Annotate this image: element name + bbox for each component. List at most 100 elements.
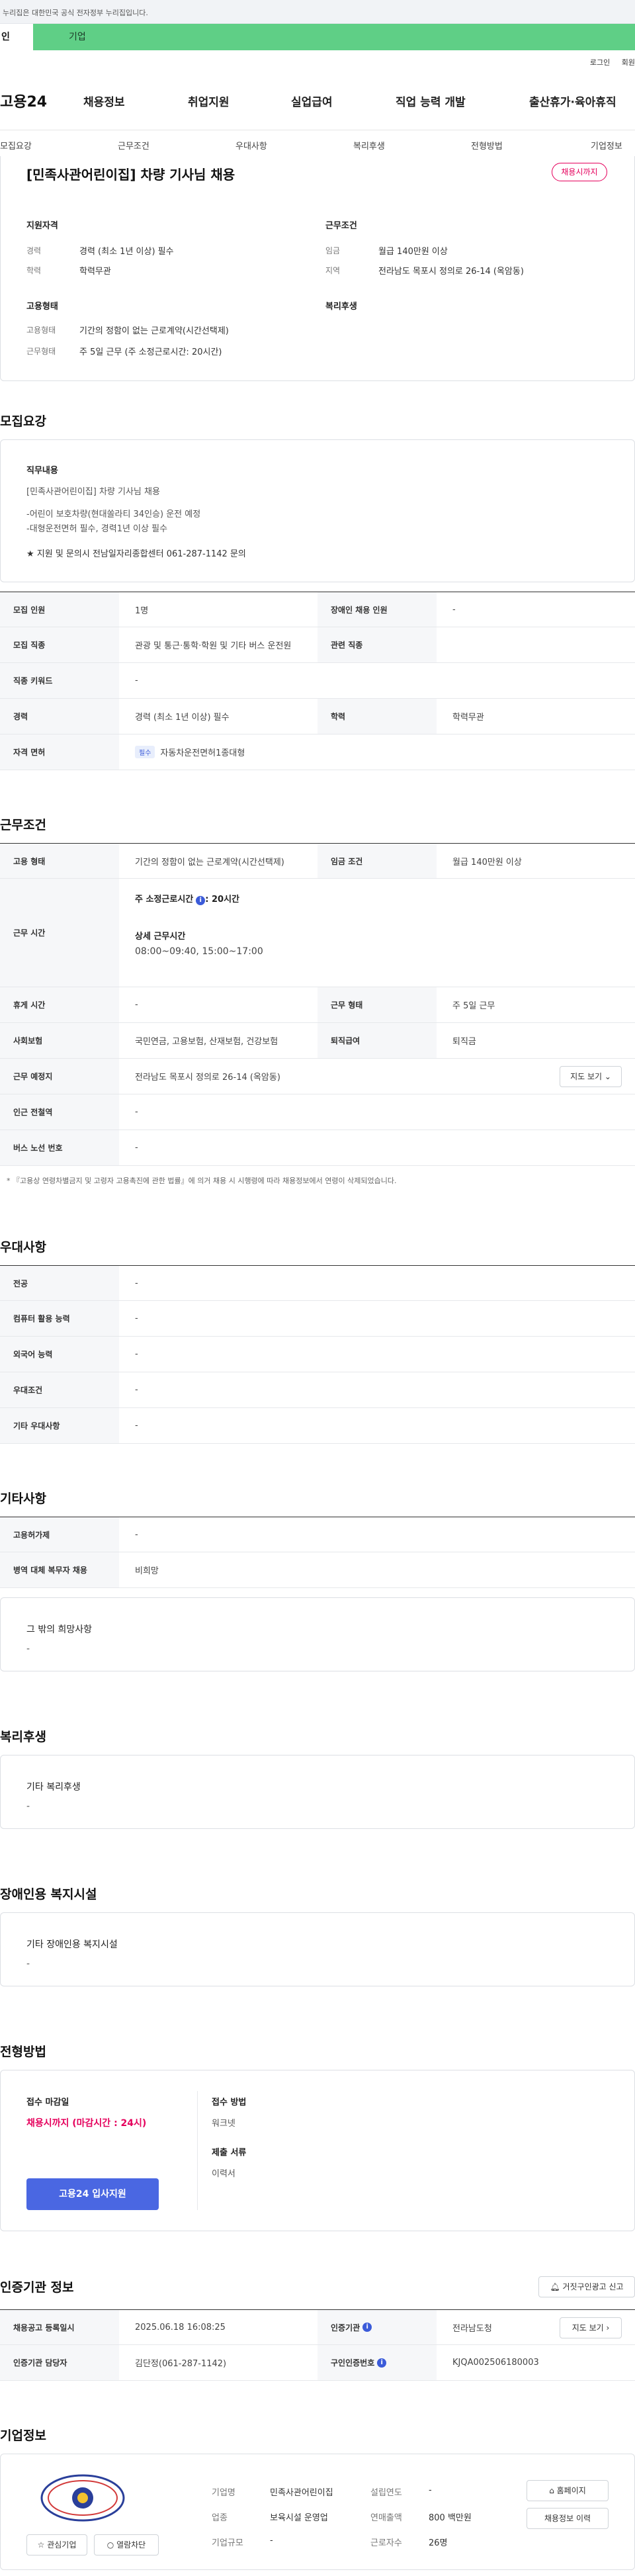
tab-company[interactable]: 기업	[69, 24, 86, 50]
work-row-type: 고용 형태 기간의 정함이 없는 근로계약(시간선택제) 임금 조건 월급 14…	[0, 843, 635, 879]
wage-label: 임금 조건	[318, 844, 437, 878]
company-name-label: 기업명	[212, 2488, 235, 2498]
gnb-employment-support[interactable]: 취업지원	[188, 93, 230, 109]
place-map-button[interactable]: 지도 보기 ⌄	[560, 1066, 622, 1087]
summary-wage-label: 임금	[325, 246, 341, 255]
work-type-value: 기간의 정함이 없는 근로계약(시간선택제)	[135, 857, 284, 867]
duty-label: 직무내용	[26, 466, 58, 476]
count-value: 1명	[135, 605, 149, 616]
disabled-value: -	[452, 604, 456, 615]
chevron-down-icon: ⌄	[604, 1072, 611, 1081]
welfare-section-title: 복리후생	[0, 1730, 46, 1744]
license-value: 자동차운전면허1종대형	[160, 748, 245, 758]
num-label-cell: 구인인증번호 i	[318, 2345, 437, 2380]
gnb-training[interactable]: 직업 능력 개발	[396, 93, 466, 109]
work-row-hours: 근무 시간 주 소정근로시간 i: 20시간 상세 근무시간 08:00~09:4…	[0, 879, 635, 987]
hours-detail-label: 상세 근무시간	[135, 932, 186, 942]
related-value	[439, 627, 452, 662]
user-type-tabs: 인 기업	[0, 24, 635, 50]
summary-career-label: 경력	[26, 246, 42, 255]
agency-map-button[interactable]: 지도 보기 ›	[560, 2317, 622, 2338]
pref-label: 기타 우대사항	[0, 1408, 119, 1443]
age-law-note: * 『고용상 연령차별금지 및 고령자 고용촉진에 관한 법률』에 의거 채용 …	[7, 1177, 397, 1185]
false-ad-report-button[interactable]: 🔔︎ 거짓구인광고 신고	[538, 2276, 635, 2297]
welfare-value: -	[26, 1801, 30, 1812]
work-row-place: 근무 예정지 전라남도 목포시 정의로 26-14 (옥암동) 지도 보기 ⌄	[0, 1059, 635, 1094]
duty-line-1: [민족사관어린이집] 차량 기사님 채용	[26, 487, 160, 497]
gnb-parental-leave[interactable]: 출산휴가·육아휴직	[529, 93, 616, 109]
false-ad-report-label: 거짓구인광고 신고	[562, 2282, 624, 2291]
subnav-selection[interactable]: 전형방법	[471, 139, 503, 152]
subnav-recruit[interactable]: 모집요강	[0, 139, 32, 152]
hours-weekly-label: 주 소정근로시간	[135, 895, 194, 905]
info-icon[interactable]: i	[362, 2323, 372, 2332]
deadline-badge: 채용시까지	[552, 163, 607, 181]
signup-link[interactable]: 회원	[622, 58, 635, 67]
company-size-value: -	[270, 2536, 273, 2546]
summary-welfare-heading: 복리후생	[325, 302, 357, 312]
company-employees-value: 26명	[429, 2538, 448, 2548]
facility-value: -	[26, 1959, 30, 1969]
gnb-jobs[interactable]: 채용정보	[83, 93, 125, 109]
break-label: 휴게 시간	[0, 987, 119, 1022]
count-label: 모집 인원	[0, 592, 119, 627]
company-logo	[40, 2473, 126, 2522]
pref-row: 우대조건 -	[0, 1372, 635, 1408]
company-section-title: 기업정보	[0, 2428, 46, 2443]
bus-value: -	[135, 1143, 138, 1153]
hours-detail-value: 08:00~09:40, 15:00~17:00	[135, 946, 263, 957]
utility-links: 로그인 회원	[581, 57, 635, 67]
welfare-label: 기타 복리후생	[26, 1782, 81, 1793]
pref-label: 컴퓨터 활용 능력	[0, 1301, 119, 1336]
home-icon: ⌂	[549, 2486, 554, 2495]
keyword-value: -	[135, 676, 138, 686]
reg-value: 2025.06.18 16:08:25	[135, 2322, 226, 2332]
global-nav: 고용24 채용정보 취업지원 실업급여 직업 능력 개발 출산휴가·육아휴직	[0, 87, 635, 114]
info-icon[interactable]: i	[196, 896, 206, 905]
etc-value: 비희망	[135, 1566, 159, 1576]
pref-row: 전공 -	[0, 1265, 635, 1301]
subnav-preferences[interactable]: 우대사항	[235, 139, 267, 152]
job-label: 모집 직종	[0, 627, 119, 662]
apply-button[interactable]: 고용24 입사지원	[26, 2178, 159, 2210]
favorite-company-button[interactable]: ☆ 관심기업	[26, 2534, 87, 2555]
subnav-conditions[interactable]: 근무조건	[118, 139, 149, 152]
retire-value: 퇴직금	[452, 1037, 476, 1047]
homepage-label: 홈페이지	[556, 2486, 586, 2495]
method-label: 접수 방법	[212, 2098, 247, 2108]
license-label: 자격 면허	[0, 734, 119, 770]
duty-line-2: -어린이 보호차량(현대쏠라티 34인승) 운전 예정	[26, 510, 201, 519]
insurance-value: 국민연금, 고용보험, 산재보험, 건강보험	[135, 1037, 278, 1047]
form-label: 근무 형태	[318, 987, 437, 1022]
etc-label: 병역 대체 복무자 채용	[0, 1552, 119, 1587]
recruit-row-job: 모집 직종 관광 및 통근·통학·학원 및 기타 버스 운전원 관련 직종	[0, 627, 635, 663]
gnb-unemployment[interactable]: 실업급여	[291, 93, 333, 109]
subnav-company[interactable]: 기업정보	[591, 139, 622, 152]
facility-label: 기타 장애인용 복지시설	[26, 1939, 118, 1950]
company-industry-value: 보육시설 운영업	[270, 2513, 328, 2523]
login-link[interactable]: 로그인	[590, 58, 610, 67]
work-section-title: 근무조건	[0, 818, 46, 832]
subnav-welfare[interactable]: 복리후생	[353, 139, 385, 152]
site-logo[interactable]: 고용24	[0, 90, 47, 111]
wage-value: 월급 140만원 이상	[452, 857, 522, 867]
deadline-value: 채용시까지 (마감시간 : 24시)	[26, 2118, 147, 2129]
selection-divider	[197, 2091, 198, 2210]
job-history-button[interactable]: 채용정보 이력	[527, 2508, 609, 2529]
chevron-right-icon: ›	[606, 2323, 610, 2332]
hours-weekly: 주 소정근로시간 i: 20시간	[135, 892, 239, 905]
work-row-break: 휴게 시간 - 근무 형태 주 5일 근무	[0, 987, 635, 1023]
retire-label: 퇴직급여	[318, 1023, 437, 1058]
agency-label: 인증기관	[331, 2323, 360, 2332]
docs-label: 제출 서류	[212, 2148, 247, 2158]
place-label: 근무 예정지	[0, 1059, 119, 1094]
agency-label-cell: 인증기관 i	[318, 2310, 437, 2344]
block-view-label: 열람차단	[116, 2540, 146, 2550]
related-label: 관련 직종	[318, 627, 437, 662]
info-icon[interactable]: i	[377, 2358, 387, 2368]
block-view-button[interactable]: ○ 열람차단	[94, 2534, 159, 2555]
job-value: 관광 및 통근·통학·학원 및 기타 버스 운전원	[135, 641, 292, 651]
pref-value: -	[135, 1421, 138, 1431]
homepage-button[interactable]: ⌂ 홈페이지	[527, 2480, 609, 2501]
tab-individual[interactable]: 인	[0, 24, 33, 50]
